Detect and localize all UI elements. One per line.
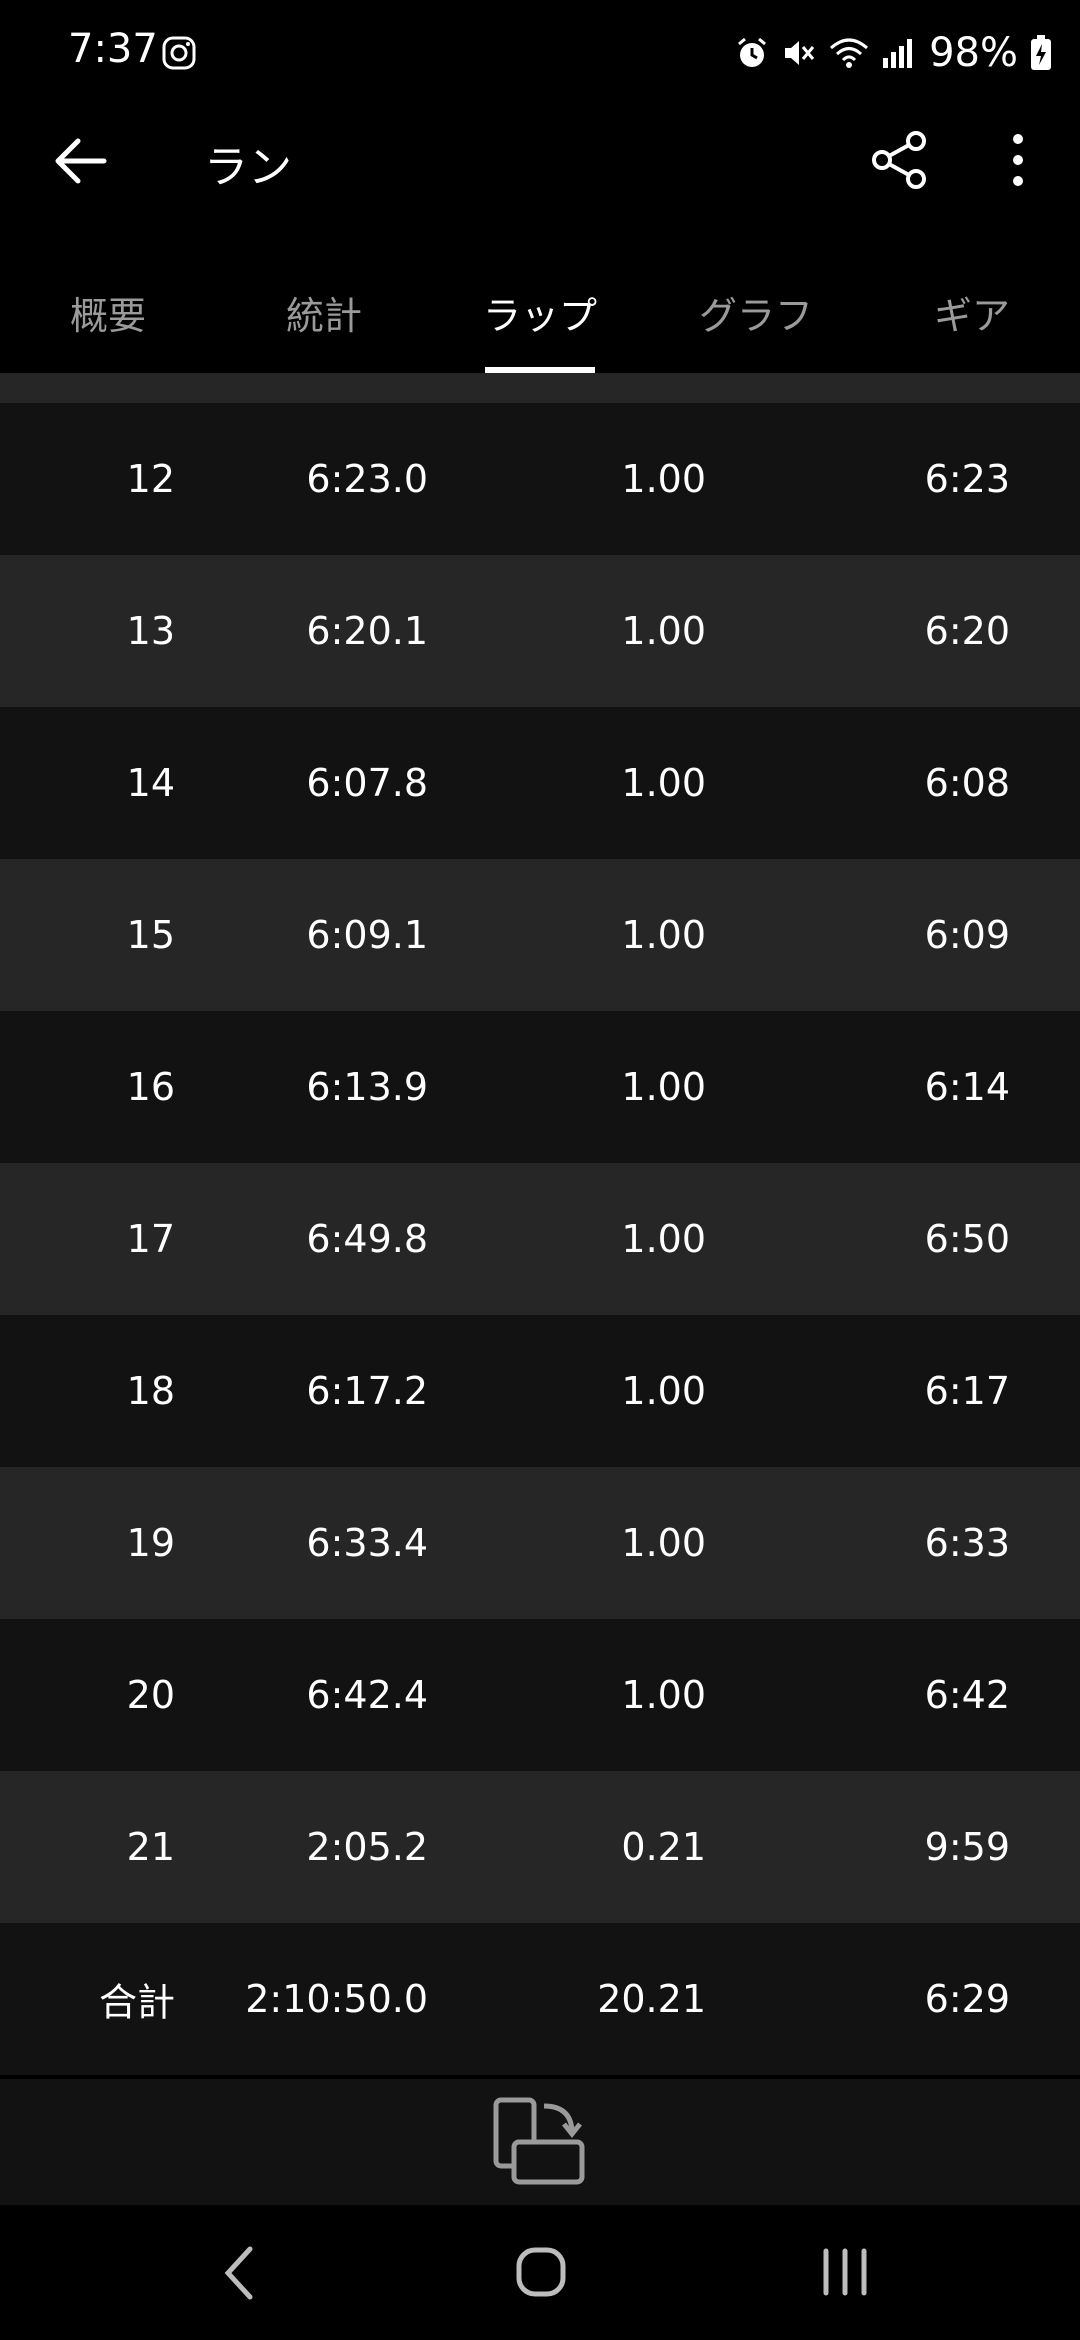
table-row[interactable]: 18 6:17.2 1.00 6:17 [0, 1315, 1080, 1467]
total-distance: 20.21 [597, 1977, 706, 2021]
tab-label: ギア [933, 294, 1010, 338]
table-header-strip [0, 373, 1080, 403]
lap-distance: 1.00 [621, 1369, 706, 1413]
lap-distance: 1.00 [621, 1217, 706, 1261]
alarm-icon [738, 37, 767, 67]
lap-distance: 1.00 [621, 1673, 706, 1717]
lap-time: 6:20.1 [306, 609, 428, 653]
table-row[interactable]: 19 6:33.4 1.00 6:33 [0, 1467, 1080, 1619]
lap-pace: 6:14 [924, 1065, 1010, 1109]
table-row[interactable]: 14 6:07.8 1.00 6:08 [0, 707, 1080, 859]
total-row: 合計 2:10:50.0 20.21 6:29 [0, 1923, 1080, 2075]
lap-pace: 6:42 [924, 1673, 1010, 1717]
table-row[interactable]: 17 6:49.8 1.00 6:50 [0, 1163, 1080, 1315]
tab-laps[interactable]: ラップ [432, 255, 648, 373]
lap-number: 20 [126, 1673, 175, 1717]
total-label: 合計 [98, 1980, 175, 2025]
bottom-action-area [0, 2079, 1080, 2205]
lap-number: 13 [126, 609, 175, 653]
app-bar: ラン [0, 105, 1080, 215]
lap-distance: 1.00 [621, 457, 706, 501]
lap-number: 21 [126, 1825, 175, 1869]
tab-label: グラフ [698, 294, 813, 338]
lap-distance: 1.00 [621, 609, 706, 653]
table-row[interactable]: 13 6:20.1 1.00 6:20 [0, 555, 1080, 707]
back-arrow-icon[interactable] [50, 133, 110, 189]
lap-table: 12 6:23.0 1.00 6:23 13 6:20.1 1.00 6:20 … [0, 403, 1080, 2075]
status-time: 7:37 [68, 26, 158, 72]
share-icon[interactable] [868, 129, 930, 191]
lap-pace: 6:17 [924, 1369, 1010, 1413]
lap-number: 14 [126, 761, 175, 805]
lap-distance: 1.00 [621, 761, 706, 805]
lap-number: 19 [126, 1521, 175, 1565]
lap-distance: 1.00 [621, 913, 706, 957]
battery-percent: 98% [929, 30, 1018, 76]
system-nav-bar [0, 2205, 1080, 2340]
lap-distance: 1.00 [621, 1065, 706, 1109]
lap-pace: 6:50 [924, 1217, 1010, 1261]
status-bar: 7:37 98% [0, 0, 1080, 105]
tab-label: ラップ [482, 294, 597, 338]
lap-time: 2:05.2 [306, 1825, 428, 1869]
lap-time: 6:33.4 [306, 1521, 428, 1565]
mute-icon [785, 41, 815, 65]
lap-number: 15 [126, 913, 175, 957]
battery-charging-icon [1031, 35, 1051, 70]
tab-label: 統計 [285, 294, 362, 338]
rotate-screen-icon[interactable] [490, 2094, 590, 2190]
more-vert-icon[interactable] [1000, 129, 1036, 191]
lap-time: 6:17.2 [306, 1369, 428, 1413]
lap-time: 6:07.8 [306, 761, 428, 805]
tab-label: 概要 [69, 294, 146, 338]
instagram-icon [162, 36, 196, 70]
tab-stats[interactable]: 統計 [216, 255, 432, 373]
lap-pace: 9:59 [924, 1825, 1010, 1869]
lap-pace: 6:33 [924, 1521, 1010, 1565]
lap-pace: 6:20 [924, 609, 1010, 653]
table-row[interactable]: 21 2:05.2 0.21 9:59 [0, 1771, 1080, 1923]
lap-time: 6:49.8 [306, 1217, 428, 1261]
signal-icon [883, 39, 913, 68]
table-row[interactable]: 16 6:13.9 1.00 6:14 [0, 1011, 1080, 1163]
lap-number: 18 [126, 1369, 175, 1413]
lap-pace: 6:08 [924, 761, 1010, 805]
wifi-icon [830, 38, 869, 68]
tab-bar: 概要 統計 ラップ グラフ ギア [0, 255, 1080, 373]
lap-pace: 6:23 [924, 457, 1010, 501]
lap-time: 6:13.9 [306, 1065, 428, 1109]
lap-distance: 0.21 [621, 1825, 706, 1869]
lap-number: 17 [126, 1217, 175, 1261]
table-row[interactable]: 20 6:42.4 1.00 6:42 [0, 1619, 1080, 1771]
tab-gear[interactable]: ギア [864, 255, 1080, 373]
lap-distance: 1.00 [621, 1521, 706, 1565]
lap-time: 6:09.1 [306, 913, 428, 957]
total-pace: 6:29 [924, 1977, 1010, 2021]
table-row[interactable]: 12 6:23.0 1.00 6:23 [0, 403, 1080, 555]
lap-number: 12 [126, 457, 175, 501]
total-time: 2:10:50.0 [245, 1977, 428, 2021]
lap-pace: 6:09 [924, 913, 1010, 957]
lap-number: 16 [126, 1065, 175, 1109]
table-row[interactable]: 15 6:09.1 1.00 6:09 [0, 859, 1080, 1011]
tab-graph[interactable]: グラフ [648, 255, 864, 373]
nav-home-icon[interactable] [514, 2245, 568, 2299]
status-icons: 98% [735, 26, 1052, 80]
tab-overview[interactable]: 概要 [0, 255, 216, 373]
lap-time: 6:42.4 [306, 1673, 428, 1717]
nav-recents-icon[interactable] [818, 2245, 872, 2299]
page-title: ラン [204, 142, 292, 193]
nav-back-icon[interactable] [218, 2243, 258, 2303]
lap-time: 6:23.0 [306, 457, 428, 501]
